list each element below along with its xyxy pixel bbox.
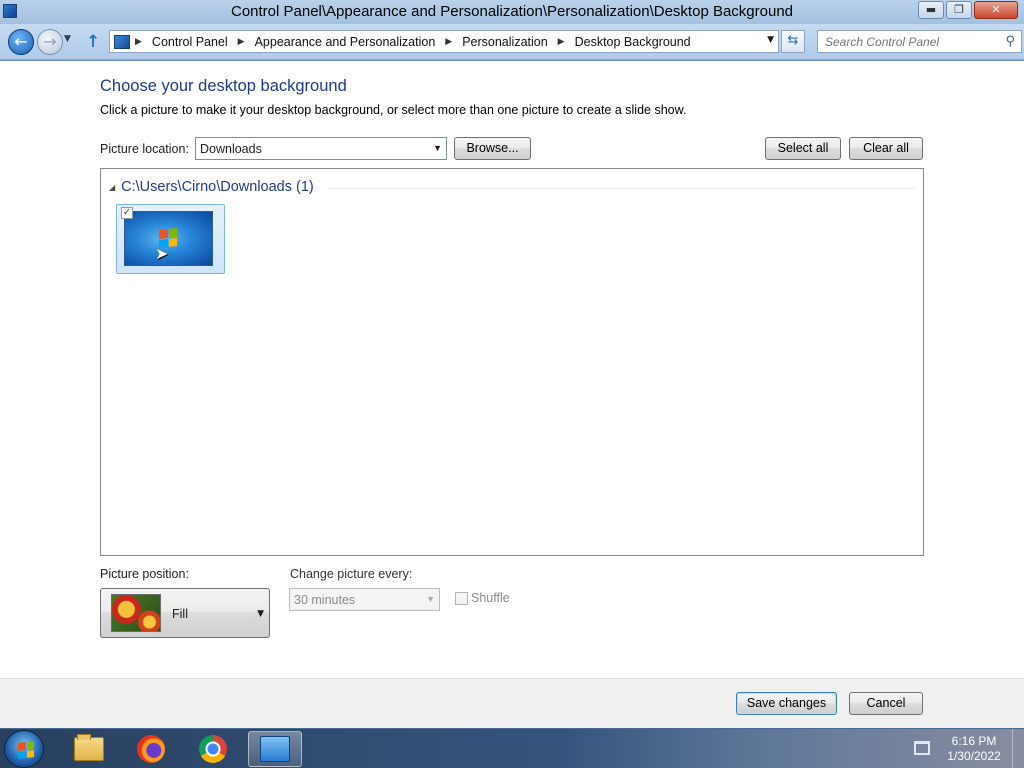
breadcrumb: ▶ Control Panel ▶ Appearance and Persona… [135,35,691,49]
recent-pages-dropdown[interactable]: ▼ [64,34,71,44]
network-icon[interactable] [914,741,930,755]
picture-location-dropdown[interactable]: Downloads ▼ [195,137,447,160]
shuffle-checkbox[interactable]: Shuffle [455,591,510,605]
chevron-right-icon[interactable]: ▶ [558,36,565,47]
breadcrumb-desktop-background[interactable]: Desktop Background [575,35,691,49]
chevron-down-icon: ▼ [426,594,435,604]
firefox-icon [137,735,165,763]
chevron-right-icon[interactable]: ▶ [238,36,245,47]
picture-thumbnail-tile[interactable]: ➤ ✓ [116,204,225,274]
taskbar-clock[interactable]: 6:16 PM 1/30/2022 [938,734,1010,764]
refresh-button[interactable]: ⇆ [781,30,805,53]
address-toolbar: ← → ▼ ↑ ▶ Control Panel ▶ Appearance and… [0,24,1024,60]
control-panel-icon [114,34,130,49]
folder-icon [74,734,104,761]
clear-all-button[interactable]: Clear all [849,137,923,160]
maximize-button[interactable]: ❐ [946,1,972,19]
collapse-triangle-icon[interactable]: ◢ [109,183,115,192]
browse-button[interactable]: Browse... [454,137,531,160]
group-divider [329,188,915,189]
taskbar-chrome[interactable] [186,731,240,767]
picture-position-dropdown[interactable]: Fill ▼ [100,588,270,638]
taskbar-firefox[interactable] [124,731,178,767]
picture-position-label: Picture position: [100,567,189,581]
minimize-button[interactable]: ▬ [918,1,944,19]
search-box[interactable]: ⚲ [817,30,1022,53]
picture-gallery[interactable]: ◢ C:\Users\Cirno\Downloads (1) ➤ ✓ [100,168,924,556]
address-dropdown-icon[interactable]: ▼ [767,35,774,45]
refresh-icon: ⇆ [787,33,799,48]
taskbar-control-panel[interactable] [248,731,302,767]
start-button[interactable] [4,730,44,768]
main-content: Choose your desktop background Click a p… [0,61,1024,678]
gallery-group-header[interactable]: ◢ C:\Users\Cirno\Downloads (1) [109,179,314,195]
picture-location-label: Picture location: [100,142,189,156]
breadcrumb-appearance[interactable]: Appearance and Personalization [255,35,436,49]
taskbar: 6:16 PM 1/30/2022 [0,728,1024,768]
picture-location-value: Downloads [200,141,262,156]
windows-logo-icon [18,741,34,759]
clock-date: 1/30/2022 [947,749,1001,763]
mouse-cursor-icon: ➤ [155,244,169,263]
arrow-up-icon: ↑ [86,32,101,52]
chevron-right-icon[interactable]: ▶ [135,36,142,47]
chevron-right-icon[interactable]: ▶ [445,36,452,47]
window-controls: ▬ ❐ ✕ [918,1,1018,19]
forward-button[interactable]: → [37,29,63,55]
page-description: Click a picture to make it your desktop … [100,103,687,117]
change-picture-interval-value: 30 minutes [294,592,356,607]
chevron-down-icon: ▼ [433,143,442,153]
picture-checkbox[interactable]: ✓ [121,207,133,219]
up-button[interactable]: ↑ [86,32,100,52]
chevron-down-icon: ▼ [257,609,264,619]
gallery-group-title: C:\Users\Cirno\Downloads (1) [121,179,314,195]
change-picture-interval-dropdown[interactable]: 30 minutes ▼ [289,588,440,611]
control-panel-icon [260,736,290,762]
breadcrumb-control-panel[interactable]: Control Panel [152,35,228,49]
change-picture-label: Change picture every: [290,567,413,581]
windows-7-wallpaper-thumbnail[interactable]: ➤ [124,211,213,266]
address-field[interactable]: ▶ Control Panel ▶ Appearance and Persona… [109,30,779,53]
taskbar-windows-explorer[interactable] [62,731,116,767]
shuffle-label: Shuffle [471,591,510,605]
page-title: Choose your desktop background [100,77,347,95]
arrow-right-icon: → [43,32,57,51]
position-preview-image [111,594,161,632]
back-button[interactable]: ← [8,29,34,55]
shuffle-checkbox-box[interactable] [455,591,468,605]
arrow-left-icon: ← [14,32,28,51]
window-title: Control Panel\Appearance and Personaliza… [230,3,794,20]
search-icon[interactable]: ⚲ [1005,34,1015,49]
show-desktop-button[interactable] [1012,729,1024,768]
cancel-button[interactable]: Cancel [849,692,923,715]
picture-position-value: Fill [172,607,188,621]
select-all-button[interactable]: Select all [765,137,841,160]
close-button[interactable]: ✕ [974,1,1018,19]
breadcrumb-personalization[interactable]: Personalization [462,35,547,49]
dialog-footer: Save changes Cancel [0,678,1024,728]
window-titlebar[interactable]: Control Panel\Appearance and Personaliza… [0,0,1024,24]
search-input[interactable] [818,31,998,52]
clock-time: 6:16 PM [951,734,997,748]
chrome-icon [199,735,227,763]
save-changes-button[interactable]: Save changes [736,692,837,715]
